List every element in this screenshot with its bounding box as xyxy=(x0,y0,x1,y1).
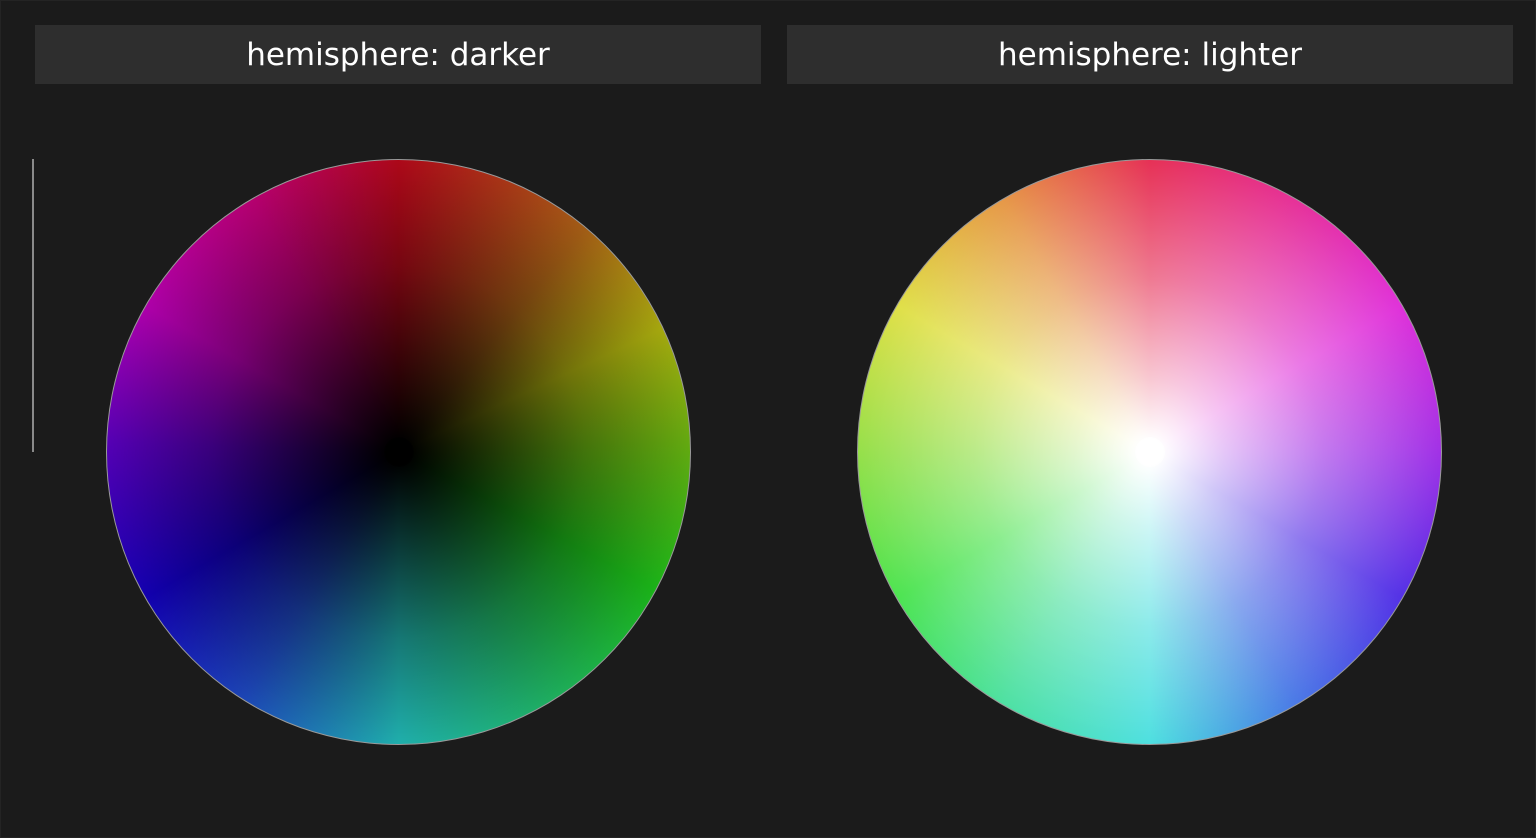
color-wheel-darker[interactable] xyxy=(106,159,691,745)
wheel-center-white xyxy=(1134,437,1165,467)
color-wheel-lighter[interactable] xyxy=(857,159,1442,745)
vertical-divider-line xyxy=(32,159,34,452)
panel-title-darker: hemisphere: darker xyxy=(35,25,761,84)
color-wheel-page: hemisphere: darker hemisphere: lighter xyxy=(0,0,1536,838)
panel-title-lighter: hemisphere: lighter xyxy=(787,25,1513,84)
wheel-center-black xyxy=(383,437,414,467)
